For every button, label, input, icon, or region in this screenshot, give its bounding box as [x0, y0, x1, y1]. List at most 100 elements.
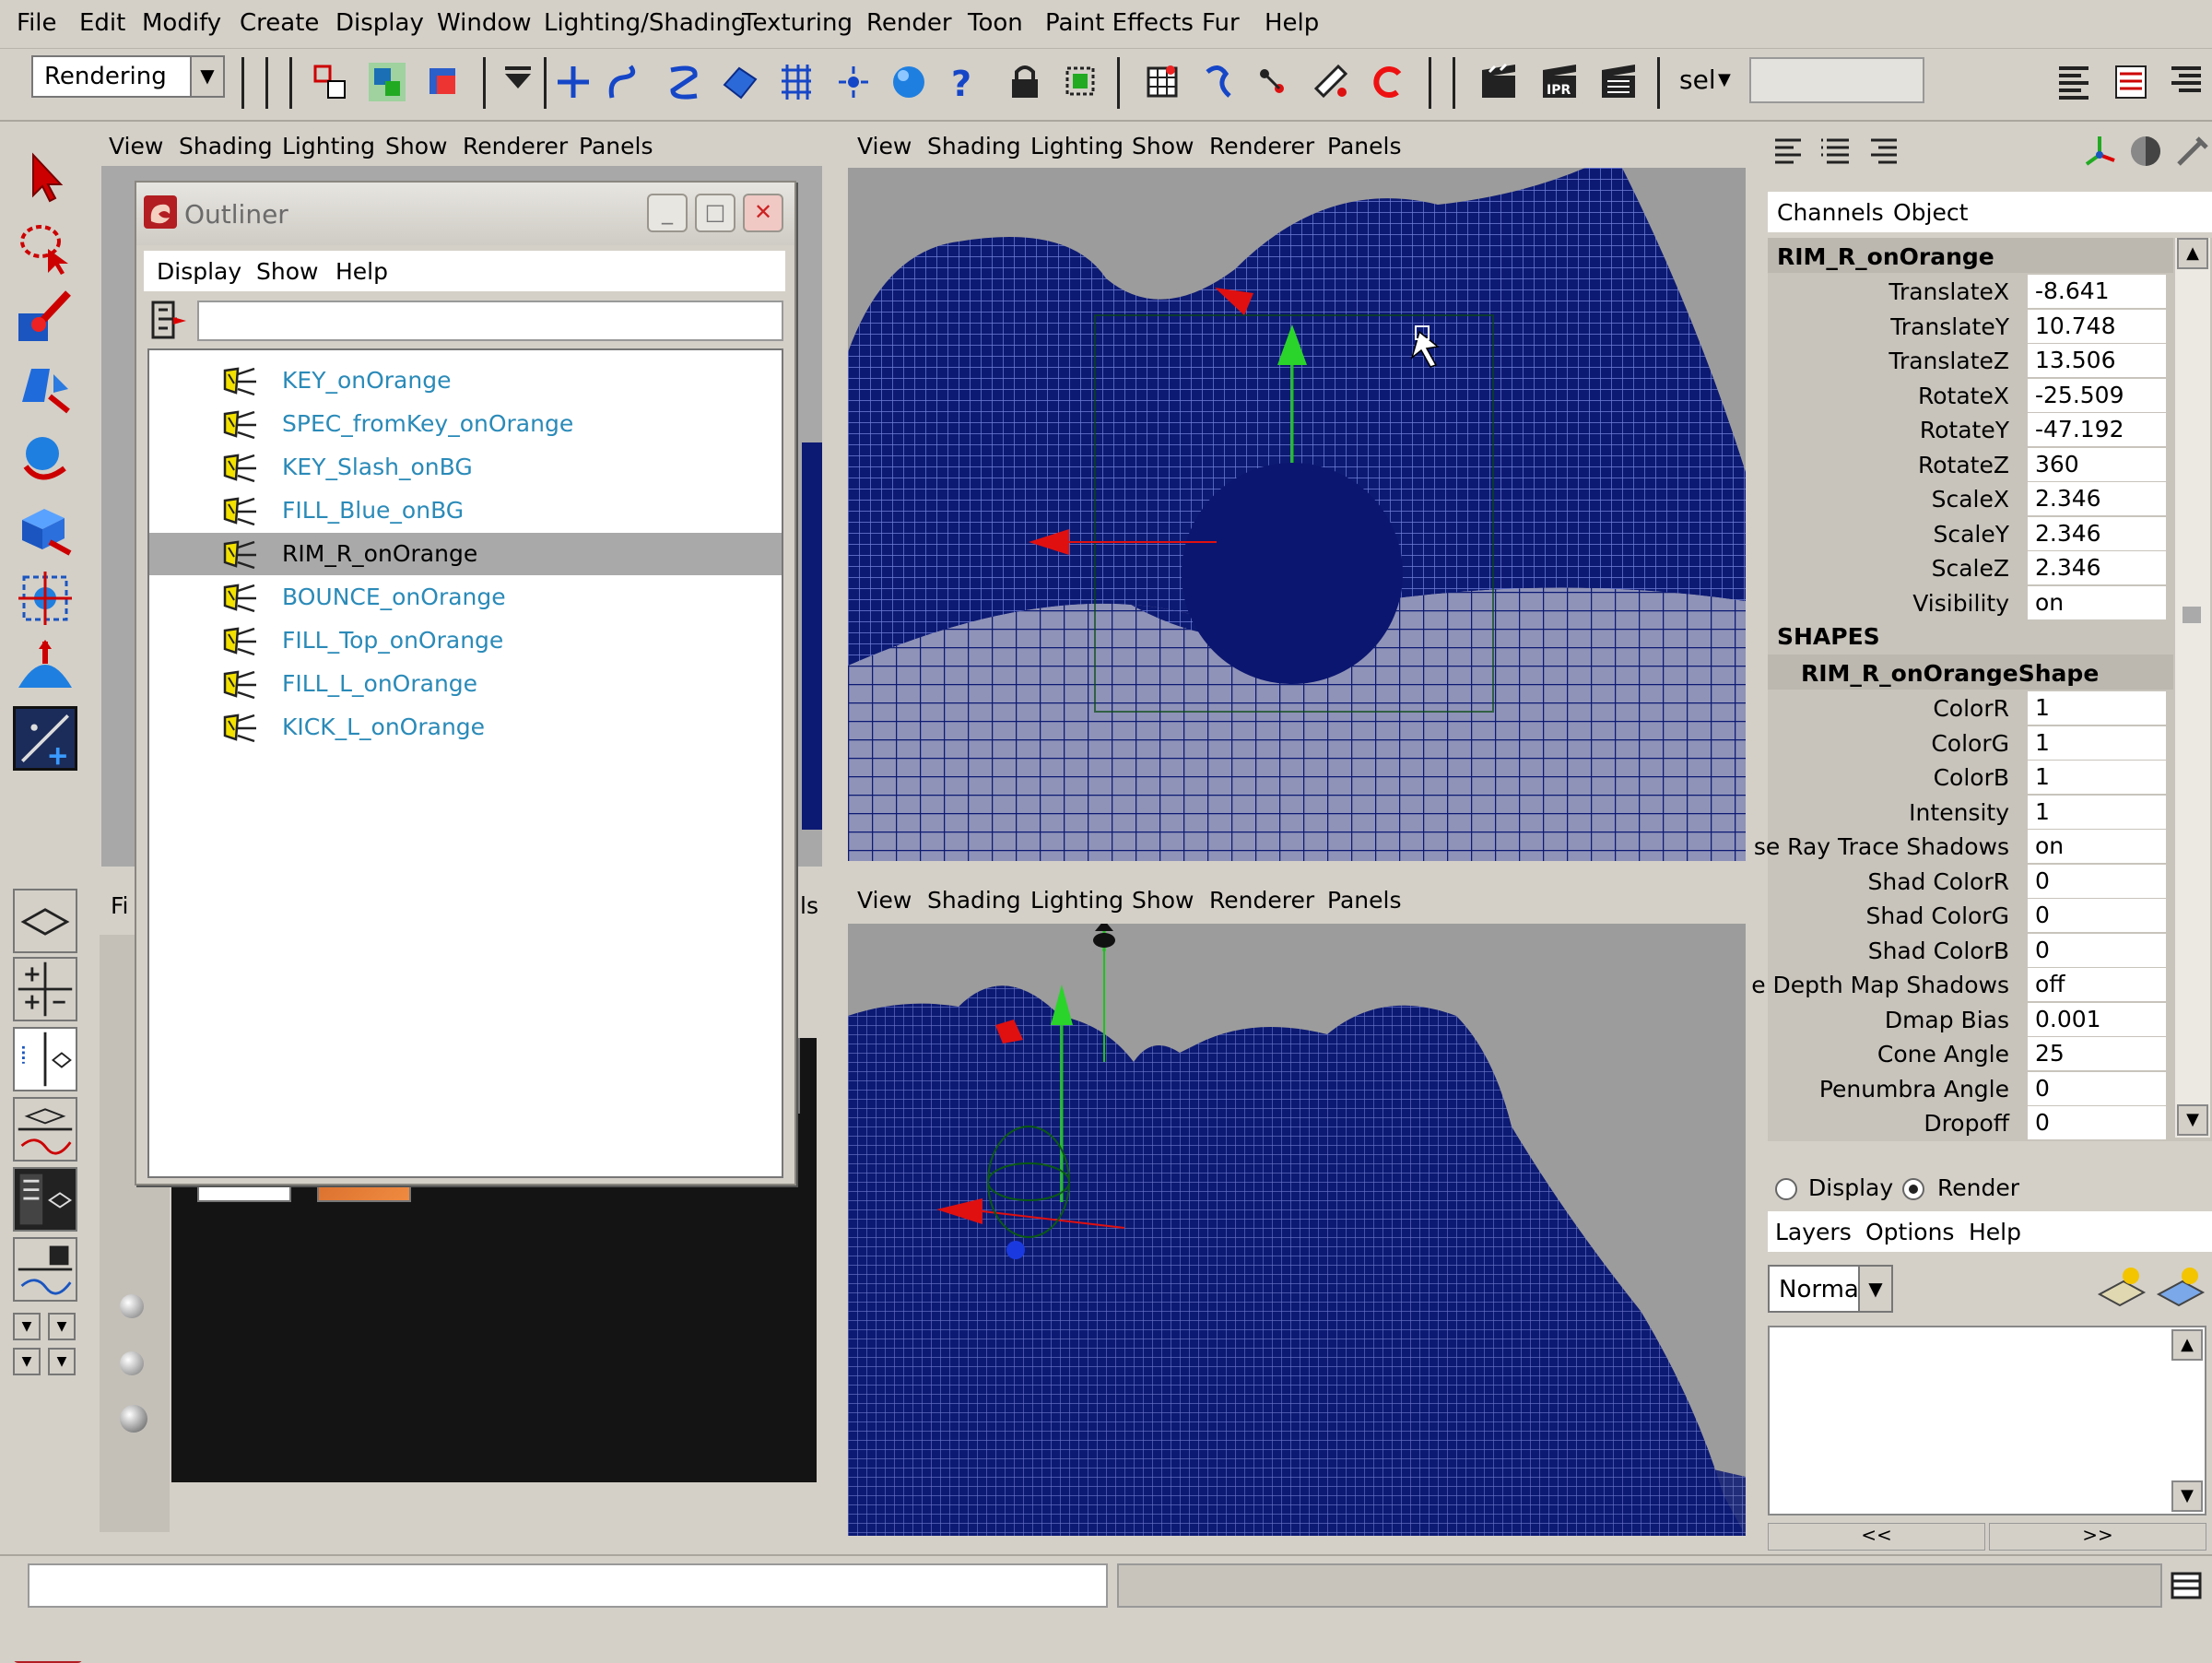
panel-menu-show[interactable]: Show	[1132, 133, 1194, 159]
select-by-object-icon[interactable]	[367, 61, 407, 103]
channel-value-field[interactable]: off	[2028, 968, 2166, 1001]
layer-list-icon[interactable]	[1818, 133, 1854, 170]
quick-selection-field[interactable]	[1749, 57, 1924, 103]
menu-texturing[interactable]: Texturing	[742, 9, 853, 37]
channel-name[interactable]: RotateY	[1920, 417, 2009, 443]
menu-lighting-shading[interactable]: Lighting/Shading	[544, 9, 746, 37]
channel-and-layer-icon[interactable]	[1865, 133, 1902, 170]
create-layer-icon[interactable]	[2096, 1261, 2147, 1313]
channel-value-field[interactable]: 1	[2028, 691, 2166, 725]
select-tool-icon[interactable]	[13, 146, 77, 210]
outliner-item[interactable]: KICK_L_onOrange	[149, 706, 782, 749]
channel-name[interactable]: TranslateX	[1888, 278, 2009, 305]
outliner-filter-icon[interactable]	[149, 297, 190, 343]
render-region-icon[interactable]	[1143, 61, 1183, 103]
layer-menu-layers[interactable]: Layers	[1775, 1219, 1852, 1245]
channel-value-field[interactable]: -25.509	[2028, 378, 2166, 412]
channel-row[interactable]: Intensity 1	[1768, 795, 2173, 830]
channel-scrollbar[interactable]: ▲ ▼	[2175, 238, 2210, 1138]
snap-surface-icon[interactable]	[719, 61, 759, 103]
layout-hypershade-persp-icon[interactable]	[13, 1097, 77, 1162]
channel-row[interactable]: RotateX -25.509	[1768, 378, 2173, 413]
scroll-thumb[interactable]	[2183, 607, 2201, 623]
panel-menu-renderer[interactable]: Renderer	[1209, 887, 1314, 914]
channel-row[interactable]: Shad ColorB 0	[1768, 933, 2173, 968]
channel-row[interactable]: Shad ColorG 0	[1768, 899, 2173, 933]
layout-persp-graph-icon[interactable]	[13, 1027, 77, 1091]
lock-icon[interactable]	[1005, 61, 1045, 103]
channel-value-field[interactable]: -47.192	[2028, 413, 2166, 446]
close-button[interactable]: ✕	[743, 194, 783, 232]
menu-display[interactable]: Display	[335, 9, 424, 37]
layout-graph-outliner-icon[interactable]	[13, 1237, 77, 1302]
menu-modify[interactable]: Modify	[142, 9, 221, 37]
move-tool-icon[interactable]	[13, 356, 77, 420]
channel-row[interactable]: ColorR 1	[1768, 691, 2173, 725]
channel-name[interactable]: e Depth Map Shadows	[1751, 972, 2009, 998]
ipr-tools-icon[interactable]	[1311, 61, 1351, 103]
layer-nav-prev[interactable]: <<	[1768, 1523, 1985, 1551]
channel-row[interactable]: Visibility on	[1768, 585, 2173, 620]
outliner-item[interactable]: SPEC_fromKey_onOrange	[149, 403, 782, 445]
shading-ball-icon[interactable]	[2127, 133, 2164, 170]
menu-render[interactable]: Render	[866, 9, 952, 37]
outliner-menu-show[interactable]: Show	[256, 258, 318, 285]
redo-render-icon[interactable]	[1368, 61, 1408, 103]
outliner-menu-help[interactable]: Help	[335, 258, 388, 285]
panel-menu-show[interactable]: Show	[385, 133, 447, 159]
channel-row[interactable]: ScaleZ 2.346	[1768, 551, 2173, 585]
rotate-tool-icon[interactable]	[13, 426, 77, 490]
channel-name[interactable]: Shad ColorG	[1866, 902, 2010, 929]
tab-channels[interactable]: Channels	[1777, 199, 1884, 226]
layout-dropdown-3[interactable]: ▼	[13, 1348, 41, 1375]
outliner-item[interactable]: KEY_onOrange	[149, 360, 782, 402]
outliner-item[interactable]: BOUNCE_onOrange	[149, 576, 782, 619]
render-radio[interactable]	[1902, 1178, 1924, 1200]
hypershade-sphere-swatch-2[interactable]	[120, 1351, 144, 1375]
render-radio-label[interactable]: Render	[1937, 1174, 2019, 1201]
panel-menu-panels[interactable]: Panels	[579, 133, 653, 159]
channel-value-field[interactable]: 0	[2028, 864, 2166, 898]
channel-name[interactable]: ColorB	[1934, 764, 2009, 791]
channel-value-field[interactable]: 2.346	[2028, 516, 2166, 550]
channel-name[interactable]: ScaleY	[1933, 521, 2009, 548]
bottom-right-perspective-viewport[interactable]	[848, 924, 1746, 1536]
panel-menu-panels[interactable]: Panels	[1327, 887, 1401, 914]
menu-paint-effects[interactable]: Paint Effects	[1045, 9, 1194, 37]
panel-menu-view[interactable]: View	[109, 133, 163, 159]
snap-z-icon[interactable]	[664, 61, 704, 103]
minimize-button[interactable]: _	[647, 194, 688, 232]
channel-row[interactable]: TranslateZ 13.506	[1768, 344, 2173, 378]
ik-handle-icon[interactable]	[1198, 61, 1239, 103]
panel-menu-shading[interactable]: Shading	[927, 133, 1021, 159]
panel-menu-lighting[interactable]: Lighting	[282, 133, 375, 159]
script-editor-icon[interactable]	[2170, 1569, 2203, 1602]
channel-value-field[interactable]: 0	[2028, 1071, 2166, 1105]
layout-outliner-persp-icon[interactable]	[13, 1167, 77, 1232]
channel-row[interactable]: TranslateY 10.748	[1768, 309, 2173, 344]
layer-nav-next[interactable]: >>	[1989, 1523, 2206, 1551]
channel-name[interactable]: TranslateZ	[1888, 348, 2009, 374]
render-sphere-icon[interactable]	[888, 61, 929, 103]
panel-menu-view[interactable]: View	[857, 887, 912, 914]
channel-row[interactable]: ColorG 1	[1768, 725, 2173, 761]
menu-fur[interactable]: Fur	[1202, 9, 1240, 37]
tool-settings-toggle-icon[interactable]	[2111, 61, 2151, 103]
layer-menu-options[interactable]: Options	[1865, 1219, 1954, 1245]
channel-name[interactable]: ScaleX	[1932, 486, 2009, 513]
command-line-input[interactable]	[28, 1563, 1108, 1608]
channel-name[interactable]: Shad ColorB	[1868, 938, 2009, 964]
channel-name[interactable]: Intensity	[1909, 799, 2009, 826]
channel-value-field[interactable]: 0	[2028, 933, 2166, 967]
snap-curve-icon[interactable]	[603, 61, 643, 103]
menu-window[interactable]: Window	[437, 9, 532, 37]
layer-scroll-up-icon[interactable]: ▲	[2171, 1329, 2203, 1361]
render-settings-icon[interactable]	[1598, 61, 1639, 103]
outliner-item[interactable]: KEY_Slash_onBG	[149, 446, 782, 489]
channel-row[interactable]: TranslateX -8.641	[1768, 275, 2173, 309]
help-question-icon[interactable]: ?	[942, 61, 982, 103]
select-by-component-icon[interactable]	[424, 61, 465, 103]
outliner-titlebar[interactable]: Outliner _ □ ✕	[136, 183, 794, 245]
snap-plus-icon[interactable]	[553, 61, 594, 103]
sel-mode-chevron-icon[interactable]: ▼	[1718, 70, 1731, 89]
